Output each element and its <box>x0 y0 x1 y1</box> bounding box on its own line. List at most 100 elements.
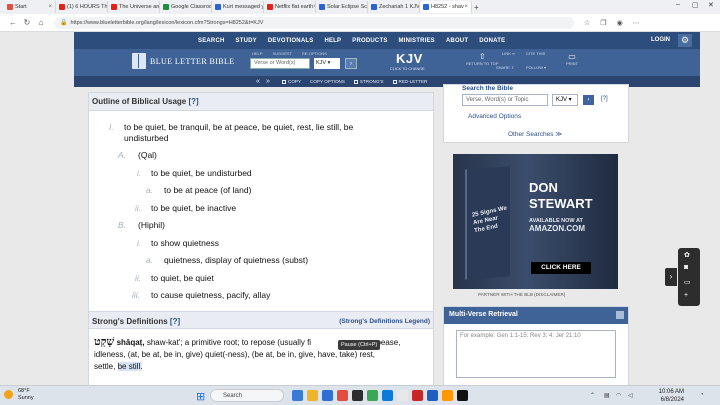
site-logo[interactable]: BLUE LETTER BIBLE <box>132 53 235 69</box>
address-bar[interactable]: 🔒 https://www.blueletterbible.org/lang/l… <box>54 16 574 29</box>
browser-tab[interactable]: The Universe an× <box>108 1 160 13</box>
nav-item-search[interactable]: SEARCH <box>198 38 225 44</box>
header-search-go-button[interactable]: › <box>345 58 357 69</box>
profile-icon[interactable]: ◉ <box>617 19 623 27</box>
multi-verse-textarea[interactable]: For example: Gen 1:1-15; Rev 3; 4; Jer 2… <box>456 330 616 378</box>
checkbox-icon <box>282 79 286 84</box>
prev-arrow-icon[interactable]: « <box>256 78 260 85</box>
suggest-label[interactable]: SUGGEST <box>272 51 292 56</box>
more-icon[interactable]: ⋯ <box>633 19 640 27</box>
taskbar-clock[interactable]: 10:06 AM 6/8/2024 <box>644 388 684 404</box>
chevron-right-icon[interactable]: › <box>665 268 677 286</box>
taskbar-app-icon[interactable] <box>382 390 393 401</box>
follow-button[interactable]: FOLLOW ▾ <box>526 65 546 70</box>
browser-tab[interactable]: Zechariah 1 KJV× <box>368 1 420 13</box>
wifi-icon[interactable]: ◠ <box>616 392 621 399</box>
weather-widget[interactable]: 68°F Sunny <box>4 388 34 402</box>
taskbar-app-icon[interactable] <box>397 390 408 401</box>
browser-tab[interactable]: Netflix flat earth× <box>264 1 316 13</box>
share-button[interactable]: SHARE ⇪ <box>496 65 514 70</box>
copy-button[interactable]: COPY <box>282 79 301 84</box>
change-version-label[interactable]: CLICK TO CHANGE <box>390 67 425 71</box>
notifications-icon[interactable]: ◔ <box>700 392 704 398</box>
taskbar-app-icon[interactable] <box>367 390 378 401</box>
settings-icon[interactable]: ✿ <box>684 251 690 259</box>
taskbar-app-icon[interactable] <box>412 390 423 401</box>
taskbar-app-icon[interactable] <box>307 390 318 401</box>
taskbar-app-icon[interactable] <box>457 390 468 401</box>
volume-icon[interactable]: ◁ <box>628 392 633 399</box>
refresh-icon[interactable]: ↻ <box>20 18 34 27</box>
other-searches-link[interactable]: Other Searches ≫ <box>508 130 562 138</box>
search-help-link[interactable]: [?] <box>601 96 608 102</box>
close-icon[interactable]: × <box>48 4 52 10</box>
gear-icon[interactable]: ⚙ <box>678 34 692 47</box>
browser-tab[interactable]: Kurt messaged y× <box>212 1 264 13</box>
login-link[interactable]: LOGIN <box>651 37 670 43</box>
browser-tab[interactable]: (1) 6 HOURS The× <box>56 1 108 13</box>
options-label[interactable]: RE-OPTIONS <box>302 51 327 56</box>
nav-item-devotionals[interactable]: DEVOTIONALS <box>268 38 314 44</box>
screen-icon[interactable]: ▭ <box>684 278 691 286</box>
nav-item-help[interactable]: HELP <box>324 38 341 44</box>
bible-search-go-button[interactable]: › <box>583 95 594 105</box>
next-arrow-icon[interactable]: » <box>266 78 270 85</box>
link-button[interactable]: LINK ∞ <box>502 51 515 56</box>
minimize-icon[interactable]: – <box>676 1 680 8</box>
taskbar-search[interactable]: Search <box>210 389 284 402</box>
header-search-input[interactable]: Verse or Word(s) <box>250 58 310 69</box>
add-icon[interactable]: + <box>684 292 688 299</box>
favorites-icon[interactable]: ☆ <box>584 19 590 27</box>
windows-start-icon[interactable]: ⊞ <box>196 390 205 403</box>
taskbar-app-icon[interactable] <box>442 390 453 401</box>
return-to-top-button[interactable]: ⇧ RETURN TO TOP <box>466 52 498 66</box>
browser-tab[interactable]: Start × <box>4 1 56 13</box>
browser-tab[interactable]: Google Classroo× <box>160 1 212 13</box>
new-tab-icon[interactable]: + <box>474 3 479 12</box>
collapse-icon[interactable] <box>616 311 624 319</box>
camera-icon[interactable]: ◙ <box>684 264 688 271</box>
selected-text[interactable]: be still. <box>117 362 143 371</box>
browser-tab[interactable]: Solar Eclipse Scie× <box>316 1 368 13</box>
copy-options-button[interactable]: COPY OPTIONS <box>310 79 345 84</box>
tab-favicon-icon <box>7 4 13 10</box>
taskbar-app-icon[interactable] <box>337 390 348 401</box>
strongs-help-link[interactable]: [?] <box>170 317 180 326</box>
strongs-toggle[interactable]: STRONG'S <box>353 79 384 84</box>
nav-item-donate[interactable]: DONATE <box>479 38 505 44</box>
advanced-options-link[interactable]: Advanced Options <box>468 113 521 120</box>
browser-tab[interactable]: H8252 - shav × <box>420 1 472 13</box>
nav-item-study[interactable]: STUDY <box>236 38 257 44</box>
help-label[interactable]: HELP <box>252 51 262 56</box>
taskbar-app-icon[interactable] <box>427 390 438 401</box>
ad-click-here-button[interactable]: CLICK HERE <box>531 262 591 274</box>
home-icon[interactable]: ⌂ <box>34 18 48 27</box>
red-letter-toggle[interactable]: RED-LETTER <box>392 79 427 84</box>
outline-item: (Hiphil) <box>138 220 165 230</box>
close-icon[interactable]: × <box>464 4 468 10</box>
taskbar-app-icon[interactable] <box>322 390 333 401</box>
taskbar-app-icon[interactable] <box>352 390 363 401</box>
nav-item-products[interactable]: PRODUCTS <box>352 38 387 44</box>
book-ad-banner[interactable]: 25 Signs We Are Near The End DON STEWART … <box>453 154 618 289</box>
header-version-select[interactable]: KJV ▾ <box>314 58 340 69</box>
partner-link[interactable]: PARTNER WITH THE BLB (DISCLAIMER) <box>478 292 565 297</box>
language-icon[interactable]: ▤ <box>604 392 610 399</box>
strongs-legend-link[interactable]: (Strong's Definitions Legend) <box>339 318 430 325</box>
current-version[interactable]: KJV <box>396 51 423 66</box>
back-icon[interactable]: ← <box>6 18 20 27</box>
nav-item-ministries[interactable]: MINISTRIES <box>399 38 435 44</box>
tab-label: H8252 - shav <box>431 4 464 10</box>
print-button[interactable]: ▭ PRINT <box>566 52 578 66</box>
cite-button[interactable]: CITE THIS <box>526 51 545 56</box>
chevron-up-icon[interactable]: ⌃ <box>590 392 595 399</box>
outline-num: A. <box>118 150 127 160</box>
nav-item-about[interactable]: ABOUT <box>446 38 468 44</box>
bible-version-select[interactable]: KJV ▾ <box>552 94 578 106</box>
outline-help-link[interactable]: [?] <box>188 97 198 106</box>
taskbar-app-icon[interactable] <box>292 390 303 401</box>
close-window-icon[interactable]: ✕ <box>708 1 714 9</box>
bible-search-input[interactable]: Verse, Word(s) or Topic <box>462 94 548 106</box>
maximize-icon[interactable]: ▢ <box>692 1 699 9</box>
collections-icon[interactable]: ❐ <box>600 19 606 27</box>
